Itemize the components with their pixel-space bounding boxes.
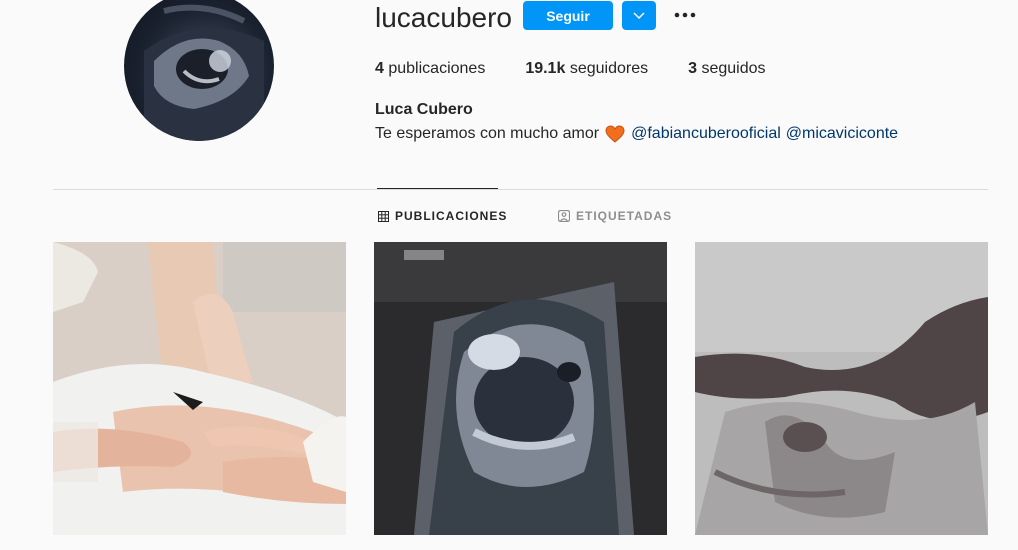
follow-button[interactable]: Seguir xyxy=(523,1,613,30)
tab-label: ETIQUETADAS xyxy=(576,209,673,223)
followers-count: 19.1k xyxy=(525,60,566,77)
followers-stat[interactable]: 19.1k seguidores xyxy=(525,60,648,78)
mention-link[interactable]: @fabiancuberooficial xyxy=(631,125,781,143)
profile-avatar[interactable] xyxy=(124,0,274,141)
ultrasound-printout-image xyxy=(374,242,667,535)
tab-etiquetadas[interactable]: ETIQUETADAS xyxy=(558,209,672,223)
grid-icon xyxy=(378,210,389,222)
belly-photo-image xyxy=(53,242,346,535)
following-label: seguidos xyxy=(701,60,766,77)
posts-stat: 4 publicaciones xyxy=(375,60,485,78)
profile-full-name: Luca Cubero xyxy=(375,101,473,118)
tagged-icon xyxy=(558,210,570,222)
tab-label: PUBLICACIONES xyxy=(395,209,508,223)
profile-username: lucacubero xyxy=(375,2,512,33)
post-thumbnail[interactable] xyxy=(53,242,346,535)
ultrasound-avatar-image xyxy=(144,4,264,141)
profile-bio: Te esperamos con mucho amor @fabiancuber… xyxy=(375,125,903,143)
post-thumbnail[interactable] xyxy=(374,242,667,535)
orange-heart-icon xyxy=(605,125,625,143)
posts-count: 4 xyxy=(375,60,384,77)
tab-publicaciones[interactable]: PUBLICACIONES xyxy=(378,209,507,223)
tabs-divider xyxy=(53,189,988,190)
profile-stats: 4 publicaciones 19.1k seguidores 3 segui… xyxy=(375,60,806,78)
following-count: 3 xyxy=(688,60,697,77)
chevron-down-icon xyxy=(633,11,645,19)
more-options-button[interactable] xyxy=(672,4,698,26)
posts-label: publicaciones xyxy=(388,60,486,77)
bio-text: Te esperamos con mucho amor xyxy=(375,125,600,142)
suggestions-dropdown-button[interactable] xyxy=(622,1,656,30)
ultrasound-scan-image xyxy=(695,242,988,535)
ellipsis-icon xyxy=(674,12,696,18)
post-thumbnail[interactable] xyxy=(695,242,988,535)
followers-label: seguidores xyxy=(569,60,649,77)
mention-link[interactable]: @micaviciconte xyxy=(786,125,898,143)
active-tab-indicator xyxy=(377,188,498,189)
following-stat[interactable]: 3 seguidos xyxy=(688,60,765,78)
